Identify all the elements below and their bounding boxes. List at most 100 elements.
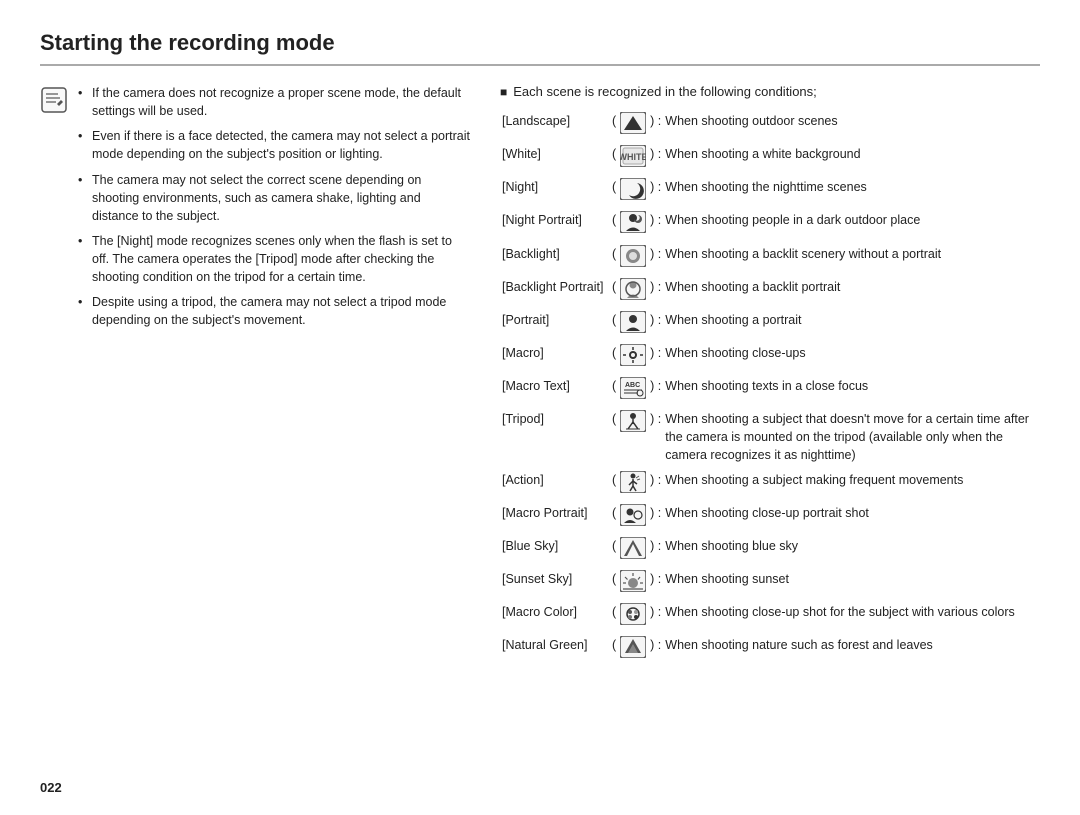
scene-description: When shooting close-ups <box>663 341 1040 374</box>
scene-label: [Blue Sky] <box>500 534 610 567</box>
scene-open-paren: ( <box>610 633 618 666</box>
scene-icon-cell <box>618 600 648 633</box>
scene-row: [Backlight Portrait] ( ) : When shooting… <box>500 275 1040 308</box>
scene-description: When shooting a subject that doesn't mov… <box>663 407 1040 467</box>
scene-icon-cell <box>618 341 648 374</box>
scene-row: [White] ( WHITE ) : When shooting a whit… <box>500 142 1040 175</box>
scene-open-paren: ( <box>610 374 618 407</box>
scene-close-paren: ) : <box>648 501 663 534</box>
scene-open-paren: ( <box>610 109 618 142</box>
scene-row: [Portrait] ( ) : When shooting a portrai… <box>500 308 1040 341</box>
scene-label: [Tripod] <box>500 407 610 467</box>
bullet-item: If the camera does not recognize a prope… <box>78 84 470 120</box>
left-column: If the camera does not recognize a prope… <box>40 84 470 343</box>
scene-close-paren: ) : <box>648 633 663 666</box>
scene-icon-cell <box>618 534 648 567</box>
scene-label: [Night] <box>500 175 610 208</box>
scene-close-paren: ) : <box>648 275 663 308</box>
scene-row: [Macro] ( ) : When shooting close-ups <box>500 341 1040 374</box>
scene-description: When shooting close-up portrait shot <box>663 501 1040 534</box>
scene-description: When shooting a white background <box>663 142 1040 175</box>
scene-open-paren: ( <box>610 341 618 374</box>
scene-label: [Landscape] <box>500 109 610 142</box>
scene-icon-cell <box>618 308 648 341</box>
scene-open-paren: ( <box>610 501 618 534</box>
scene-icon-cell <box>618 468 648 501</box>
bullet-item: Despite using a tripod, the camera may n… <box>78 293 470 329</box>
scene-row: [Macro Color] ( ) : When shooting close-… <box>500 600 1040 633</box>
bullet-item: Even if there is a face detected, the ca… <box>78 127 470 163</box>
scene-row: [Tripod] ( ) : When shooting a subject t… <box>500 407 1040 467</box>
scene-icon-cell <box>618 501 648 534</box>
scene-open-paren: ( <box>610 275 618 308</box>
scene-row: [Macro Portrait] ( ) : When shooting clo… <box>500 501 1040 534</box>
scene-label: [Night Portrait] <box>500 208 610 241</box>
scene-open-paren: ( <box>610 175 618 208</box>
scene-icon-cell <box>618 633 648 666</box>
svg-text:ABC: ABC <box>625 382 640 389</box>
scene-row: [Blue Sky] ( ) : When shooting blue sky <box>500 534 1040 567</box>
scene-row: [Sunset Sky] ( ) : When shooting sunset <box>500 567 1040 600</box>
scene-close-paren: ) : <box>648 175 663 208</box>
scene-label: [Macro Color] <box>500 600 610 633</box>
scene-close-paren: ) : <box>648 600 663 633</box>
scene-label: [Action] <box>500 468 610 501</box>
scene-label: [Backlight Portrait] <box>500 275 610 308</box>
scene-label: [Macro Text] <box>500 374 610 407</box>
scene-icon-cell <box>618 208 648 241</box>
scene-open-paren: ( <box>610 567 618 600</box>
scene-row: [Night Portrait] ( ) : When shooting peo… <box>500 208 1040 241</box>
scene-open-paren: ( <box>610 142 618 175</box>
scene-description: When shooting blue sky <box>663 534 1040 567</box>
scene-label: [White] <box>500 142 610 175</box>
scene-icon-cell: WHITE <box>618 142 648 175</box>
bullet-item: The camera may not select the correct sc… <box>78 171 470 225</box>
scene-icon-cell <box>618 109 648 142</box>
scene-description: When shooting a portrait <box>663 308 1040 341</box>
page-number: 022 <box>40 780 62 795</box>
scene-label: [Sunset Sky] <box>500 567 610 600</box>
scene-icon-cell: ABC <box>618 374 648 407</box>
note-icon <box>40 86 68 114</box>
svg-text:WHITE: WHITE <box>620 152 646 162</box>
note-box: If the camera does not recognize a prope… <box>40 84 470 337</box>
scene-close-paren: ) : <box>648 374 663 407</box>
page-title: Starting the recording mode <box>40 30 1040 66</box>
scene-label: [Natural Green] <box>500 633 610 666</box>
scene-description: When shooting texts in a close focus <box>663 374 1040 407</box>
scene-close-paren: ) : <box>648 534 663 567</box>
scene-row: [Backlight] ( ) : When shooting a backli… <box>500 242 1040 275</box>
scene-close-paren: ) : <box>648 208 663 241</box>
scene-close-paren: ) : <box>648 407 663 467</box>
scene-open-paren: ( <box>610 534 618 567</box>
bullet-item: The [Night] mode recognizes scenes only … <box>78 232 470 286</box>
scene-open-paren: ( <box>610 208 618 241</box>
scene-description: When shooting close-up shot for the subj… <box>663 600 1040 633</box>
bullet-list: If the camera does not recognize a prope… <box>78 84 470 337</box>
scene-description: When shooting nature such as forest and … <box>663 633 1040 666</box>
scene-table: [Landscape] ( ) : When shooting outdoor … <box>500 109 1040 666</box>
scene-description: When shooting a subject making frequent … <box>663 468 1040 501</box>
scene-description: When shooting a backlit portrait <box>663 275 1040 308</box>
scene-description: When shooting people in a dark outdoor p… <box>663 208 1040 241</box>
scene-close-paren: ) : <box>648 468 663 501</box>
scene-label: [Macro Portrait] <box>500 501 610 534</box>
scene-label: [Macro] <box>500 341 610 374</box>
scene-row: [Action] ( ) : When shooting a subject m… <box>500 468 1040 501</box>
scene-open-paren: ( <box>610 407 618 467</box>
scene-description: When shooting the nighttime scenes <box>663 175 1040 208</box>
scene-description: When shooting outdoor scenes <box>663 109 1040 142</box>
scene-icon-cell <box>618 242 648 275</box>
scene-row: [Natural Green] ( ) : When shooting natu… <box>500 633 1040 666</box>
scene-close-paren: ) : <box>648 308 663 341</box>
scene-row: [Macro Text] ( ABC ) : When shooting tex… <box>500 374 1040 407</box>
scene-open-paren: ( <box>610 600 618 633</box>
scene-label: [Backlight] <box>500 242 610 275</box>
scene-row: [Landscape] ( ) : When shooting outdoor … <box>500 109 1040 142</box>
scene-open-paren: ( <box>610 242 618 275</box>
scene-icon-cell <box>618 275 648 308</box>
scene-close-paren: ) : <box>648 142 663 175</box>
scene-icon-cell <box>618 175 648 208</box>
scene-close-paren: ) : <box>648 341 663 374</box>
right-column: Each scene is recognized in the followin… <box>500 84 1040 666</box>
